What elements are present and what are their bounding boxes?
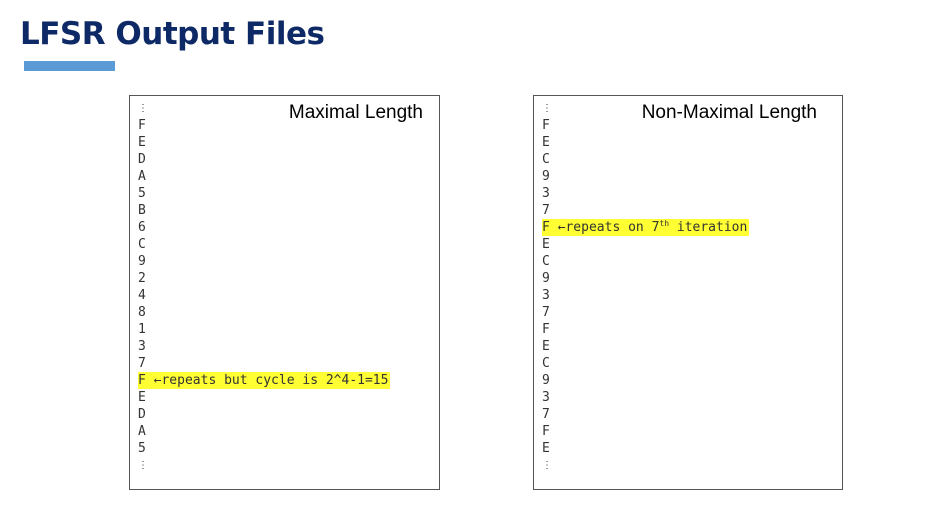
ellipsis-top: ⋮ <box>138 103 148 114</box>
sequence-value: 5 <box>138 186 146 201</box>
sequence-value: C <box>542 152 550 167</box>
sequence-value: 9 <box>542 169 550 184</box>
ellipsis-bottom: ⋮ <box>138 460 148 471</box>
sequence-value: E <box>138 135 146 150</box>
repeat-note-sup: th <box>659 219 670 228</box>
sequence-value: B <box>138 203 146 218</box>
repeat-value: F <box>138 373 146 388</box>
repeat-note-suffix: iteration <box>669 220 748 235</box>
sequence-value: A <box>138 169 146 184</box>
repeat-highlight: F ←repeats but cycle is 2^4-1=15 <box>138 372 391 389</box>
sequence-value: 9 <box>138 254 146 269</box>
repeat-note-prefix: ←repeats on 7 <box>557 220 660 235</box>
sequence-value: D <box>138 407 146 422</box>
repeat-row: F ←repeats on 7th iteration <box>542 219 750 236</box>
repeat-highlight: F ←repeats on 7th iteration <box>542 219 750 236</box>
sequence-value: E <box>542 237 550 252</box>
sequence-value: D <box>138 152 146 167</box>
sequence-value: 3 <box>542 390 550 405</box>
sequence-value: E <box>542 339 550 354</box>
sequence-value: 3 <box>542 186 550 201</box>
repeat-note: ←repeats but cycle is 2^4-1=15 <box>153 373 389 388</box>
sequence-value: 5 <box>138 441 146 456</box>
sequence-value: F <box>542 424 550 439</box>
sequence-value: 7 <box>542 203 550 218</box>
sequence-value: 9 <box>542 271 550 286</box>
sequence-value: 4 <box>138 288 146 303</box>
sequence-value: 6 <box>138 220 146 235</box>
sequence-value: F <box>138 118 146 133</box>
ellipsis-bottom: ⋮ <box>542 460 552 471</box>
sequence-value: F <box>542 118 550 133</box>
sequence-value: F <box>542 322 550 337</box>
output-sequence: ⋮ F E C 9 3 7 F ←repeats on 7th iteratio… <box>542 100 750 474</box>
sequence-value: 2 <box>138 271 146 286</box>
sequence-value: 8 <box>138 305 146 320</box>
sequence-value: 7 <box>542 407 550 422</box>
sequence-value: E <box>542 135 550 150</box>
maximal-length-panel: Maximal Length ⋮ F E D A 5 B 6 C 9 2 4 8… <box>129 95 440 490</box>
title-accent-bar <box>24 61 115 71</box>
sequence-value: 9 <box>542 373 550 388</box>
sequence-value: E <box>542 441 550 456</box>
repeat-value: F <box>542 220 550 235</box>
sequence-value: C <box>542 356 550 371</box>
sequence-value: E <box>138 390 146 405</box>
slide-title: LFSR Output Files <box>20 16 325 52</box>
output-sequence: ⋮ F E D A 5 B 6 C 9 2 4 8 1 3 7 F ←repea… <box>138 100 391 474</box>
sequence-value: A <box>138 424 146 439</box>
sequence-value: 7 <box>138 356 146 371</box>
sequence-value: 3 <box>542 288 550 303</box>
sequence-value: C <box>542 254 550 269</box>
sequence-value: 1 <box>138 322 146 337</box>
sequence-value: C <box>138 237 146 252</box>
sequence-value: 3 <box>138 339 146 354</box>
repeat-row: F ←repeats but cycle is 2^4-1=15 <box>138 372 391 389</box>
non-maximal-length-panel: Non-Maximal Length ⋮ F E C 9 3 7 F ←repe… <box>533 95 843 490</box>
ellipsis-top: ⋮ <box>542 103 552 114</box>
sequence-value: 7 <box>542 305 550 320</box>
